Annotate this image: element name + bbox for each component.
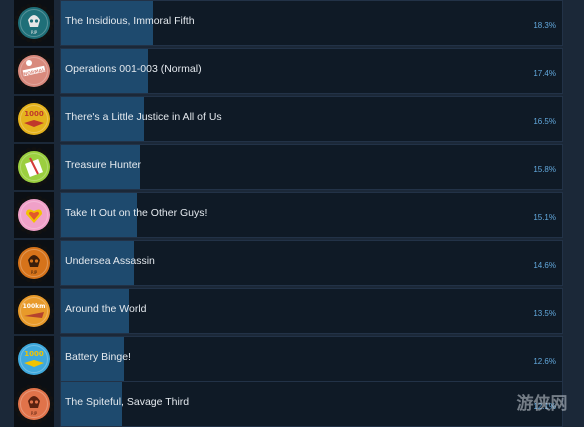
site-watermark-logo: 游侠网 <box>517 393 568 414</box>
cap-skull-rip-icon: RIP <box>14 0 54 46</box>
achievement-name: The Spiteful, Savage Third <box>65 396 190 408</box>
unlock-percent: 15.1% <box>533 213 556 222</box>
progress-bar: Around the World 13.5% <box>60 288 563 334</box>
unlock-percent: 17.4% <box>533 69 556 78</box>
achievement-name: The Insidious, Immoral Fifth <box>65 15 195 27</box>
unlock-percent: 12.6% <box>533 357 556 366</box>
unlock-percent: 18.3% <box>533 21 556 30</box>
achievement-name: Treasure Hunter <box>65 159 142 171</box>
achievement-row[interactable]: 100km Around the World 13.5% <box>0 288 584 334</box>
achievement-name: Battery Binge! <box>65 351 131 363</box>
achievement-row[interactable]: Take It Out on the Other Guys! 15.1% <box>0 192 584 238</box>
svg-text:100km: 100km <box>23 303 46 310</box>
achievement-row[interactable]: RIP The Spiteful, Savage Third 12.1% <box>0 381 584 427</box>
progress-bar: The Insidious, Immoral Fifth 18.3% <box>60 0 563 46</box>
progress-bar: Battery Binge! 12.6% <box>60 336 563 382</box>
achievement-row[interactable]: Treasure Hunter 15.8% <box>0 144 584 190</box>
progress-bar: Treasure Hunter 15.8% <box>60 144 563 190</box>
cap-treasure-icon <box>14 144 54 190</box>
achievement-name: Around the World <box>65 303 147 315</box>
cap-100km-icon: 100km <box>14 288 54 334</box>
svg-text:RIP: RIP <box>31 411 38 416</box>
cap-skull-rip-icon: RIP <box>14 381 54 427</box>
achievement-row[interactable]: 1000 There's a Little Justice in All of … <box>0 96 584 142</box>
achievement-row[interactable]: NORMAL Operations 001-003 (Normal) 17.4% <box>0 48 584 94</box>
progress-bar: The Spiteful, Savage Third 12.1% <box>60 381 563 427</box>
unlock-percent: 16.5% <box>533 117 556 126</box>
achievement-row[interactable]: RIP Undersea Assassin 14.6% <box>0 240 584 286</box>
svg-text:RIP: RIP <box>31 270 38 275</box>
svg-text:1000: 1000 <box>24 110 44 118</box>
progress-bar: There's a Little Justice in All of Us 16… <box>60 96 563 142</box>
unlock-percent: 14.6% <box>533 261 556 270</box>
unlock-percent: 13.5% <box>533 309 556 318</box>
achievement-name: Undersea Assassin <box>65 255 155 267</box>
progress-bar: Take It Out on the Other Guys! 15.1% <box>60 192 563 238</box>
achievement-name: Operations 001-003 (Normal) <box>65 63 202 75</box>
cap-1000-icon: 1000 <box>14 336 54 382</box>
unlock-percent: 15.8% <box>533 165 556 174</box>
svg-text:1000: 1000 <box>24 350 44 358</box>
achievement-name: Take It Out on the Other Guys! <box>65 207 208 219</box>
cap-normal-icon: NORMAL <box>14 48 54 94</box>
progress-bar: Operations 001-003 (Normal) 17.4% <box>60 48 563 94</box>
progress-bar: Undersea Assassin 14.6% <box>60 240 563 286</box>
cap-hearts-icon <box>14 192 54 238</box>
achievement-row[interactable]: 1000 Battery Binge! 12.6% <box>0 336 584 382</box>
achievement-list: RIP The Insidious, Immoral Fifth 18.3% N… <box>0 0 584 427</box>
watermark-text: 游侠网 <box>517 393 568 414</box>
achievement-name: There's a Little Justice in All of Us <box>65 111 222 123</box>
cap-1000-icon: 1000 <box>14 96 54 142</box>
achievement-row[interactable]: RIP The Insidious, Immoral Fifth 18.3% <box>0 0 584 46</box>
svg-text:RIP: RIP <box>31 30 38 35</box>
cap-skull-rip-icon: RIP <box>14 240 54 286</box>
